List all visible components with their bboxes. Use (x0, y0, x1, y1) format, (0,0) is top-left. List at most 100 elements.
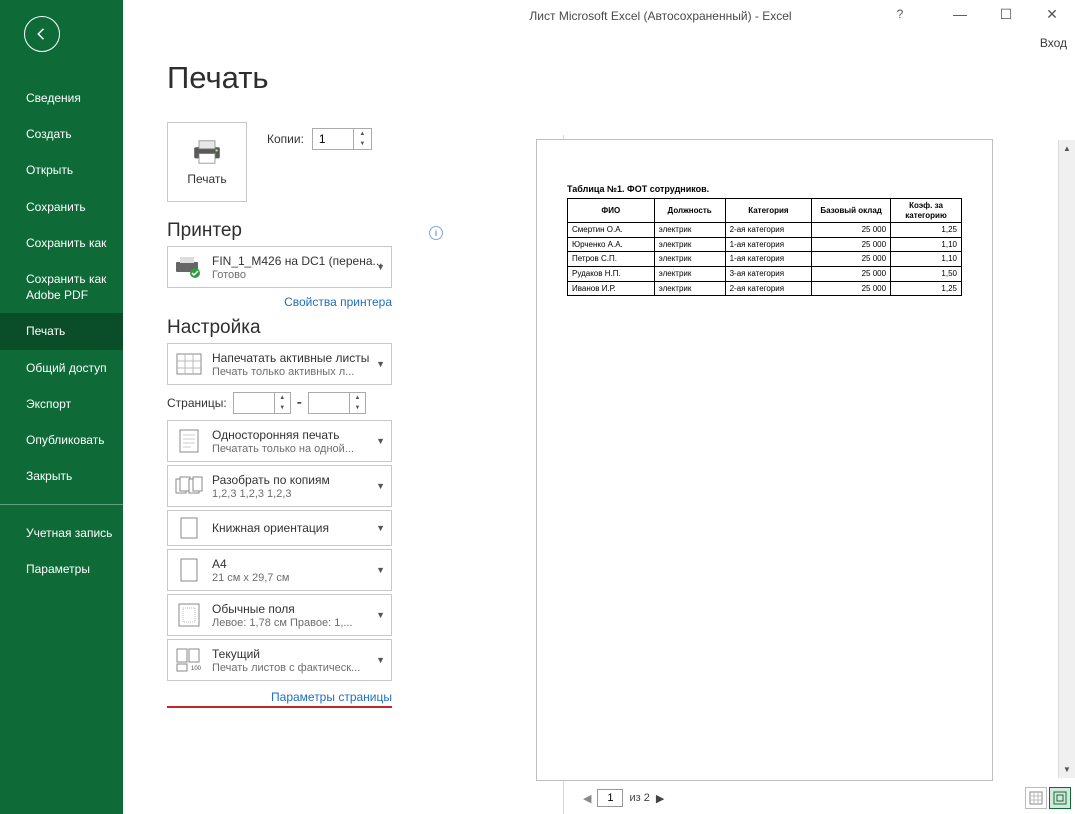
sides-dropdown[interactable]: Односторонняя печатьПечатать только на о… (167, 420, 392, 462)
table-cell: 2-ая категория (725, 281, 812, 296)
pages-from-spinner[interactable]: ▲▼ (233, 392, 291, 414)
zoom-to-page-button[interactable] (1049, 787, 1071, 809)
sidebar-item[interactable]: Общий доступ (0, 350, 123, 386)
chevron-down-icon: ▼ (376, 523, 385, 533)
sidebar-item[interactable]: Открыть (0, 152, 123, 188)
preview-page: Таблица №1. ФОТ сотрудников. ФИОДолжност… (537, 140, 992, 780)
margins-icon (174, 600, 204, 630)
table-header-cell: Базовый оклад (812, 199, 891, 223)
page-total-label: из 2 (629, 792, 649, 804)
pages-sep: - (297, 394, 302, 412)
print-button[interactable]: Печать (167, 122, 247, 202)
collate-icon (174, 471, 204, 501)
sidebar-item[interactable]: Печать (0, 313, 123, 349)
current-page-input[interactable] (597, 789, 623, 807)
printer-name: FIN_1_M426 на DC1 (перена... (212, 254, 385, 268)
backstage-sidebar: СведенияСоздатьОткрытьСохранитьСохранить… (0, 0, 123, 814)
print-button-label: Печать (187, 172, 226, 186)
sidebar-item[interactable]: Экспорт (0, 386, 123, 422)
page-single-icon (174, 426, 204, 456)
table-cell: 1,10 (891, 237, 962, 252)
table-row: Рудаков Н.П.электрик3-ая категория25 000… (568, 266, 962, 281)
table-row: Юрченко А.А.электрик1-ая категория25 000… (568, 237, 962, 252)
settings-section-title: Настройка (167, 317, 443, 339)
printer-status-icon (174, 252, 204, 282)
table-cell: 25 000 (812, 281, 891, 296)
table-cell: 1,25 (891, 281, 962, 296)
table-cell: 1,10 (891, 252, 962, 267)
copies-input[interactable] (313, 129, 353, 149)
table-cell: 25 000 (812, 223, 891, 238)
copies-down[interactable]: ▼ (354, 139, 371, 149)
sidebar-item[interactable]: Опубликовать (0, 422, 123, 458)
sidebar-item[interactable]: Сведения (0, 80, 123, 116)
table-cell: электрик (654, 252, 725, 267)
page-heading: Печать (167, 60, 443, 96)
table-cell: 1-ая категория (725, 252, 812, 267)
margins-dropdown[interactable]: Обычные поляЛевое: 1,78 см Правое: 1,...… (167, 594, 392, 636)
print-scope-dropdown[interactable]: Напечатать активные листыПечать только а… (167, 343, 392, 385)
svg-text:100: 100 (191, 666, 202, 672)
chevron-down-icon: ▼ (376, 262, 385, 272)
table-cell: Петров С.П. (568, 252, 655, 267)
printer-dropdown[interactable]: FIN_1_M426 на DC1 (перена... Готово ▼ (167, 246, 392, 288)
collate-dropdown[interactable]: Разобрать по копиям1,2,3 1,2,3 1,2,3 ▼ (167, 465, 392, 507)
scroll-down-button[interactable]: ▼ (1059, 761, 1075, 778)
chevron-down-icon: ▼ (376, 436, 385, 446)
table-header-cell: Коэф. за категорию (891, 199, 962, 223)
portrait-icon (174, 513, 204, 543)
table-cell: электрик (654, 266, 725, 281)
preview-footer: ◀ из 2 ▶ (583, 786, 1071, 810)
scaling-icon: 100 (174, 645, 204, 675)
table-cell: Иванов И.Р. (568, 281, 655, 296)
page-setup-link[interactable]: Параметры страницы (167, 690, 392, 708)
table-title: Таблица №1. ФОТ сотрудников. (567, 184, 962, 194)
orientation-dropdown[interactable]: Книжная ориентация ▼ (167, 510, 392, 546)
table-header-cell: Категория (725, 199, 812, 223)
table-cell: 25 000 (812, 252, 891, 267)
pages-from-input[interactable] (234, 393, 274, 413)
preview-area: Таблица №1. ФОТ сотрудников. ФИОДолжност… (443, 0, 1075, 814)
sidebar-item[interactable]: Параметры (0, 551, 123, 587)
printer-info-icon[interactable]: i (429, 226, 443, 240)
copies-spinner[interactable]: ▲▼ (312, 128, 372, 150)
scaling-dropdown[interactable]: 100 ТекущийПечать листов с фактическ... … (167, 639, 392, 681)
sheets-icon (174, 349, 204, 379)
table-cell: Юрченко А.А. (568, 237, 655, 252)
table-cell: Рудаков Н.П. (568, 266, 655, 281)
table-cell: 25 000 (812, 237, 891, 252)
scroll-up-button[interactable]: ▲ (1059, 140, 1075, 157)
prev-page-button[interactable]: ◀ (583, 792, 591, 805)
table-row: Иванов И.Р.электрик2-ая категория25 0001… (568, 281, 962, 296)
copies-label: Копии: (267, 132, 304, 146)
copies-up[interactable]: ▲ (354, 129, 371, 139)
show-margins-button[interactable] (1025, 787, 1047, 809)
table-cell: электрик (654, 281, 725, 296)
printer-status: Готово (212, 269, 385, 281)
printer-section-title: Принтер i (167, 220, 443, 242)
paper-size-dropdown[interactable]: A421 см x 29,7 см ▼ (167, 549, 392, 591)
print-settings-panel: Печать Печать Копии: ▲▼ (123, 0, 443, 814)
pages-to-spinner[interactable]: ▲▼ (308, 392, 366, 414)
sidebar-item[interactable]: Сохранить как (0, 225, 123, 261)
table-cell: 3-ая категория (725, 266, 812, 281)
data-table: ФИОДолжностьКатегорияБазовый окладКоэф. … (567, 198, 962, 296)
sidebar-item[interactable]: Сохранить (0, 189, 123, 225)
chevron-down-icon: ▼ (376, 655, 385, 665)
sidebar-item[interactable]: Закрыть (0, 458, 123, 494)
table-row: Петров С.П.электрик1-ая категория25 0001… (568, 252, 962, 267)
main-area: Лист Microsoft Excel (Автосохраненный) -… (123, 0, 1075, 814)
next-page-button[interactable]: ▶ (656, 792, 664, 805)
pages-to-input[interactable] (309, 393, 349, 413)
sidebar-item[interactable]: Создать (0, 116, 123, 152)
printer-icon (191, 138, 223, 166)
chevron-down-icon: ▼ (376, 481, 385, 491)
back-button[interactable] (24, 16, 60, 52)
sidebar-item[interactable]: Учетная запись (0, 515, 123, 551)
printer-properties-link[interactable]: Свойства принтера (167, 295, 392, 309)
table-cell: 1,50 (891, 266, 962, 281)
sidebar-item[interactable]: Сохранить как Adobe PDF (0, 261, 123, 313)
table-cell: 1,25 (891, 223, 962, 238)
vertical-scrollbar[interactable]: ▲ ▼ (1058, 140, 1075, 778)
table-header-cell: ФИО (568, 199, 655, 223)
